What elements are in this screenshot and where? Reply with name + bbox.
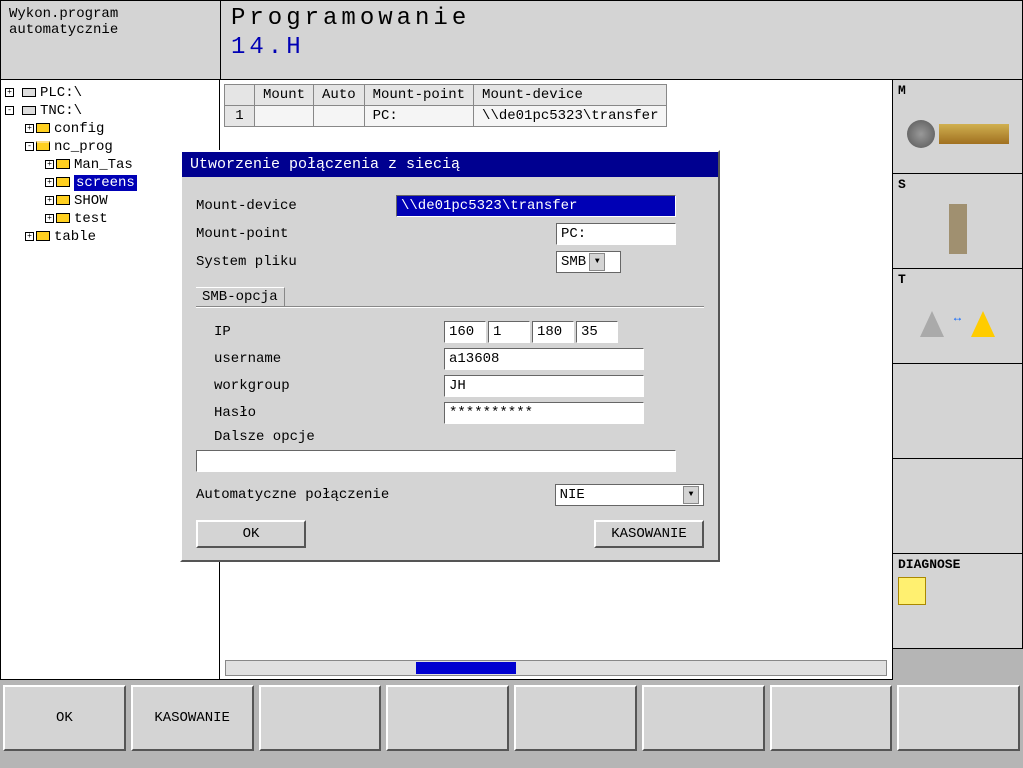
- table-row[interactable]: 1 PC: \\de01pc5323\transfer: [225, 106, 667, 127]
- softkey-4[interactable]: [386, 685, 509, 751]
- softkey-bar: OK KASOWANIE: [0, 680, 1023, 756]
- chevron-down-icon[interactable]: ▼: [683, 486, 699, 504]
- softkey-2[interactable]: KASOWANIE: [131, 685, 254, 751]
- t-panel[interactable]: T ↔: [893, 269, 1023, 364]
- col-mount: Mount: [255, 85, 314, 106]
- network-connection-dialog: Utworzenie połączenia z siecią Mount-dev…: [180, 150, 720, 562]
- mill-icon: [893, 98, 1022, 170]
- diagnose-panel[interactable]: DIAGNOSE: [893, 554, 1023, 649]
- tree-label: PLC:\: [40, 85, 82, 101]
- mount-table: Mount Auto Mount-point Mount-device 1 PC…: [224, 84, 667, 127]
- t-label: T: [898, 272, 906, 287]
- tree-label: nc_prog: [54, 139, 113, 155]
- cell-mount: [255, 106, 314, 127]
- horizontal-scrollbar[interactable]: [225, 660, 887, 676]
- password-label: Hasło: [214, 405, 444, 421]
- scrollbar-thumb[interactable]: [416, 662, 516, 674]
- cell-point: PC:: [364, 106, 473, 127]
- ip-octet-4[interactable]: 35: [576, 321, 618, 343]
- tree-label: SHOW: [74, 193, 108, 209]
- mode-line1: Wykon.program: [9, 6, 212, 22]
- side-panels: M S T ↔ DIAGNOSE: [893, 80, 1023, 680]
- tool-icon: ↔: [893, 287, 1022, 360]
- col-num: [225, 85, 255, 106]
- ip-octet-1[interactable]: 160: [444, 321, 486, 343]
- note-icon: [898, 577, 926, 605]
- mode-panel: Wykon.program automatycznie: [0, 0, 220, 80]
- top-bar: Wykon.program automatycznie Programowani…: [0, 0, 1023, 80]
- s-label: S: [898, 177, 906, 192]
- empty-panel-1[interactable]: [893, 364, 1023, 459]
- softkey-7[interactable]: [770, 685, 893, 751]
- diagnose-label: DIAGNOSE: [898, 557, 960, 572]
- tree-drive-tnc[interactable]: -TNC:\: [3, 102, 217, 120]
- mode-line2: automatycznie: [9, 22, 212, 38]
- table-header-row: Mount Auto Mount-point Mount-device: [225, 85, 667, 106]
- chevron-down-icon[interactable]: ▼: [589, 253, 605, 271]
- filesystem-value: SMB: [561, 254, 586, 270]
- tree-drive-plc[interactable]: +PLC:\: [3, 84, 217, 102]
- tree-label: TNC:\: [40, 103, 82, 119]
- username-label: username: [214, 351, 444, 367]
- cell-device: \\de01pc5323\transfer: [474, 106, 667, 127]
- smb-group-label: SMB-opcja: [196, 287, 285, 307]
- page-subtitle: 14.H: [231, 34, 1012, 61]
- mount-point-input[interactable]: PC:: [556, 223, 676, 245]
- tree-label: screens: [74, 175, 137, 191]
- tree-label: config: [54, 121, 104, 137]
- ip-octet-2[interactable]: 1: [488, 321, 530, 343]
- filesystem-select[interactable]: SMB▼: [556, 251, 621, 273]
- dialog-body: Mount-device \\de01pc5323\transfer Mount…: [182, 177, 718, 560]
- workgroup-input[interactable]: JH: [444, 375, 644, 397]
- password-input[interactable]: **********: [444, 402, 644, 424]
- page-title: Programowanie: [231, 5, 1012, 32]
- ip-label: IP: [214, 324, 444, 340]
- tree-label: Man_Tas: [74, 157, 133, 173]
- autoconnect-select[interactable]: NIE ▼: [555, 484, 704, 506]
- spindle-icon: [893, 192, 1022, 265]
- softkey-5[interactable]: [514, 685, 637, 751]
- more-options-input[interactable]: [196, 450, 676, 472]
- filesystem-label: System pliku: [196, 254, 556, 270]
- smb-options: IP 160 1 180 35 username a13608 workgrou…: [196, 308, 704, 472]
- col-point: Mount-point: [364, 85, 473, 106]
- autoconnect-label: Automatyczne połączenie: [196, 487, 555, 503]
- col-auto: Auto: [314, 85, 365, 106]
- m-panel[interactable]: M: [893, 79, 1023, 174]
- title-panel: Programowanie 14.H: [220, 0, 1023, 80]
- mount-point-label: Mount-point: [196, 226, 556, 242]
- row-num: 1: [225, 106, 255, 127]
- tree-label: table: [54, 229, 96, 245]
- tree-folder-config[interactable]: +config: [3, 120, 217, 138]
- username-input[interactable]: a13608: [444, 348, 644, 370]
- autoconnect-value: NIE: [560, 487, 585, 503]
- ip-octet-3[interactable]: 180: [532, 321, 574, 343]
- more-options-label: Dalsze opcje: [214, 429, 444, 445]
- workgroup-label: workgroup: [214, 378, 444, 394]
- dialog-title: Utworzenie połączenia z siecią: [182, 152, 718, 177]
- cancel-button[interactable]: KASOWANIE: [594, 520, 704, 548]
- mount-device-label: Mount-device: [196, 198, 396, 214]
- softkey-1[interactable]: OK: [3, 685, 126, 751]
- m-label: M: [898, 83, 906, 98]
- softkey-3[interactable]: [259, 685, 382, 751]
- s-panel[interactable]: S: [893, 174, 1023, 269]
- mount-device-input[interactable]: \\de01pc5323\transfer: [396, 195, 676, 217]
- softkey-8[interactable]: [897, 685, 1020, 751]
- ok-button[interactable]: OK: [196, 520, 306, 548]
- tree-label: test: [74, 211, 108, 227]
- empty-panel-2[interactable]: [893, 459, 1023, 554]
- softkey-6[interactable]: [642, 685, 765, 751]
- cell-auto: [314, 106, 365, 127]
- col-device: Mount-device: [474, 85, 667, 106]
